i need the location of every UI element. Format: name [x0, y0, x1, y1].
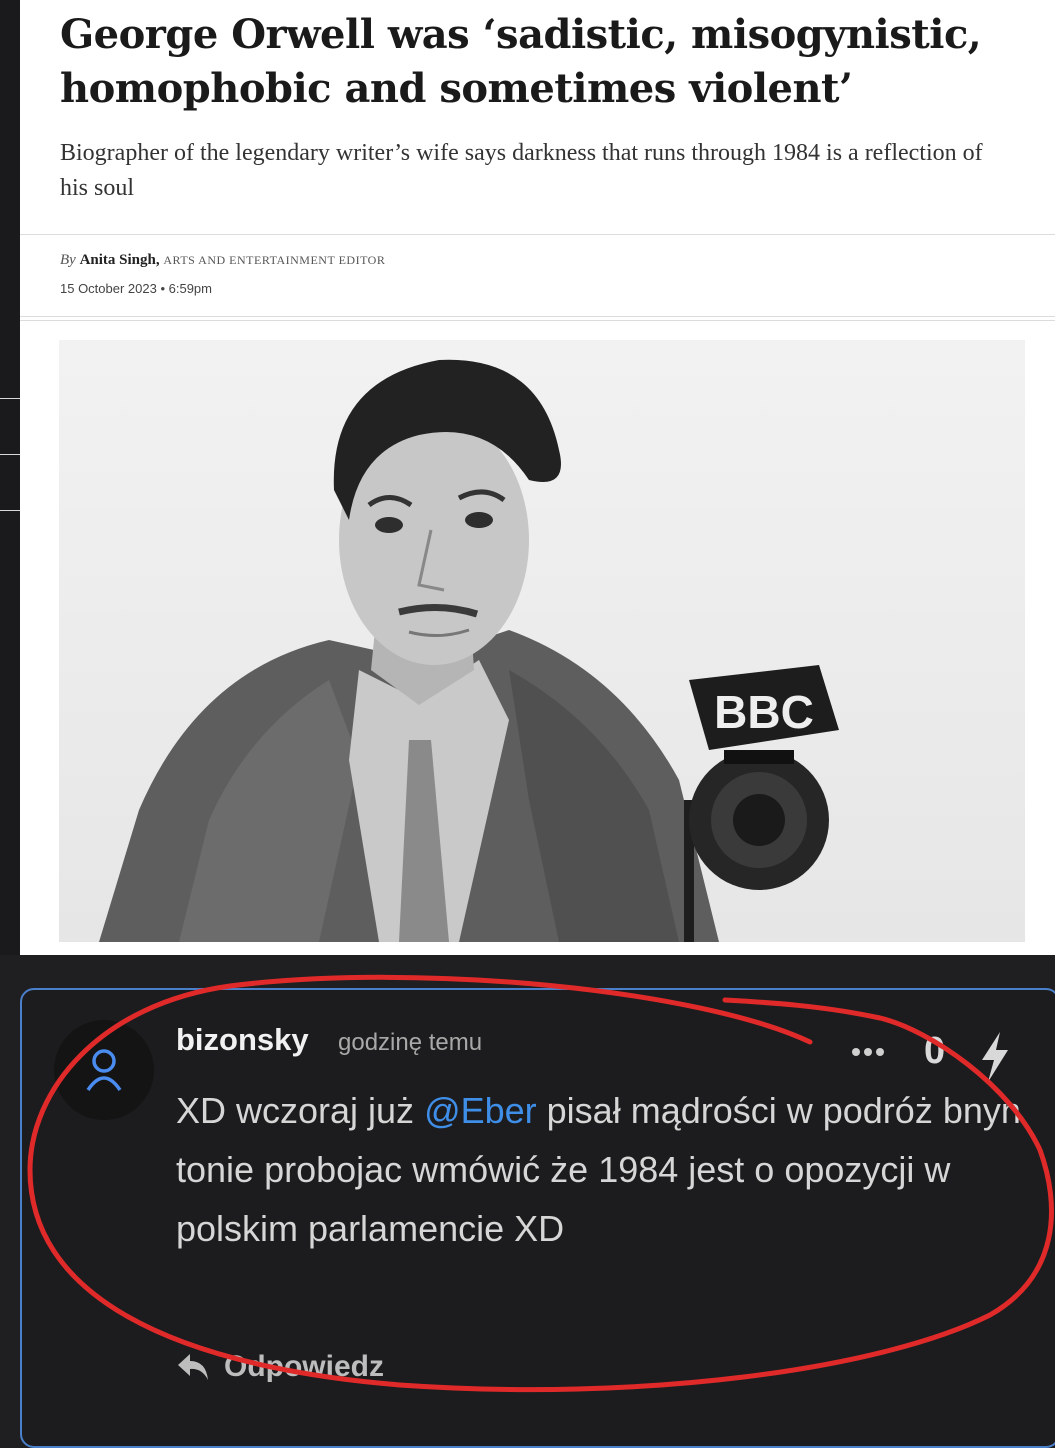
side-divider	[0, 510, 20, 511]
byline-prefix: By	[60, 252, 76, 268]
byline: By Anita Singh, ARTS AND ENTERTAINMENT E…	[60, 252, 385, 269]
comment-body: XD wczoraj już @Eber pisał mądrości w po…	[176, 1081, 1036, 1258]
article-headline: George Orwell was ‘sadistic, misogynisti…	[60, 11, 982, 112]
user-icon	[86, 1049, 122, 1092]
author-role: ARTS AND ENTERTAINMENT EDITOR	[163, 253, 386, 267]
left-margin-strip	[0, 0, 20, 955]
article-standfirst: Biographer of the legendary writer’s wif…	[60, 140, 983, 201]
comment-timestamp: godzinę temu	[338, 1029, 483, 1056]
portrait-illustration: BBC	[99, 359, 839, 942]
reply-button[interactable]: Odpowiedz	[176, 1350, 384, 1384]
article-card: George Orwell was ‘sadistic, misogynisti…	[20, 0, 1055, 955]
vote-score: 0	[924, 1030, 946, 1072]
author-name[interactable]: Anita Singh,	[80, 252, 160, 268]
side-divider	[0, 454, 20, 455]
side-divider	[0, 398, 20, 399]
divider	[20, 316, 1055, 317]
comment-text-start: XD wczoraj już	[176, 1090, 425, 1131]
ellipsis-icon[interactable]	[850, 1042, 886, 1062]
mic-label: BBC	[714, 686, 814, 738]
user-mention-link[interactable]: @Eber	[424, 1090, 537, 1131]
reply-arrow-icon	[178, 1354, 208, 1380]
publish-date: 15 October 2023 • 6:59pm	[60, 281, 212, 296]
divider	[20, 234, 1055, 235]
comment-username[interactable]: bizonsky	[176, 1022, 309, 1058]
article-photo: BBC	[59, 340, 1025, 942]
divider	[20, 320, 1055, 321]
avatar[interactable]	[54, 1020, 154, 1120]
reply-label: Odpowiedz	[224, 1350, 384, 1383]
lightning-bolt-icon[interactable]	[978, 1030, 1012, 1084]
